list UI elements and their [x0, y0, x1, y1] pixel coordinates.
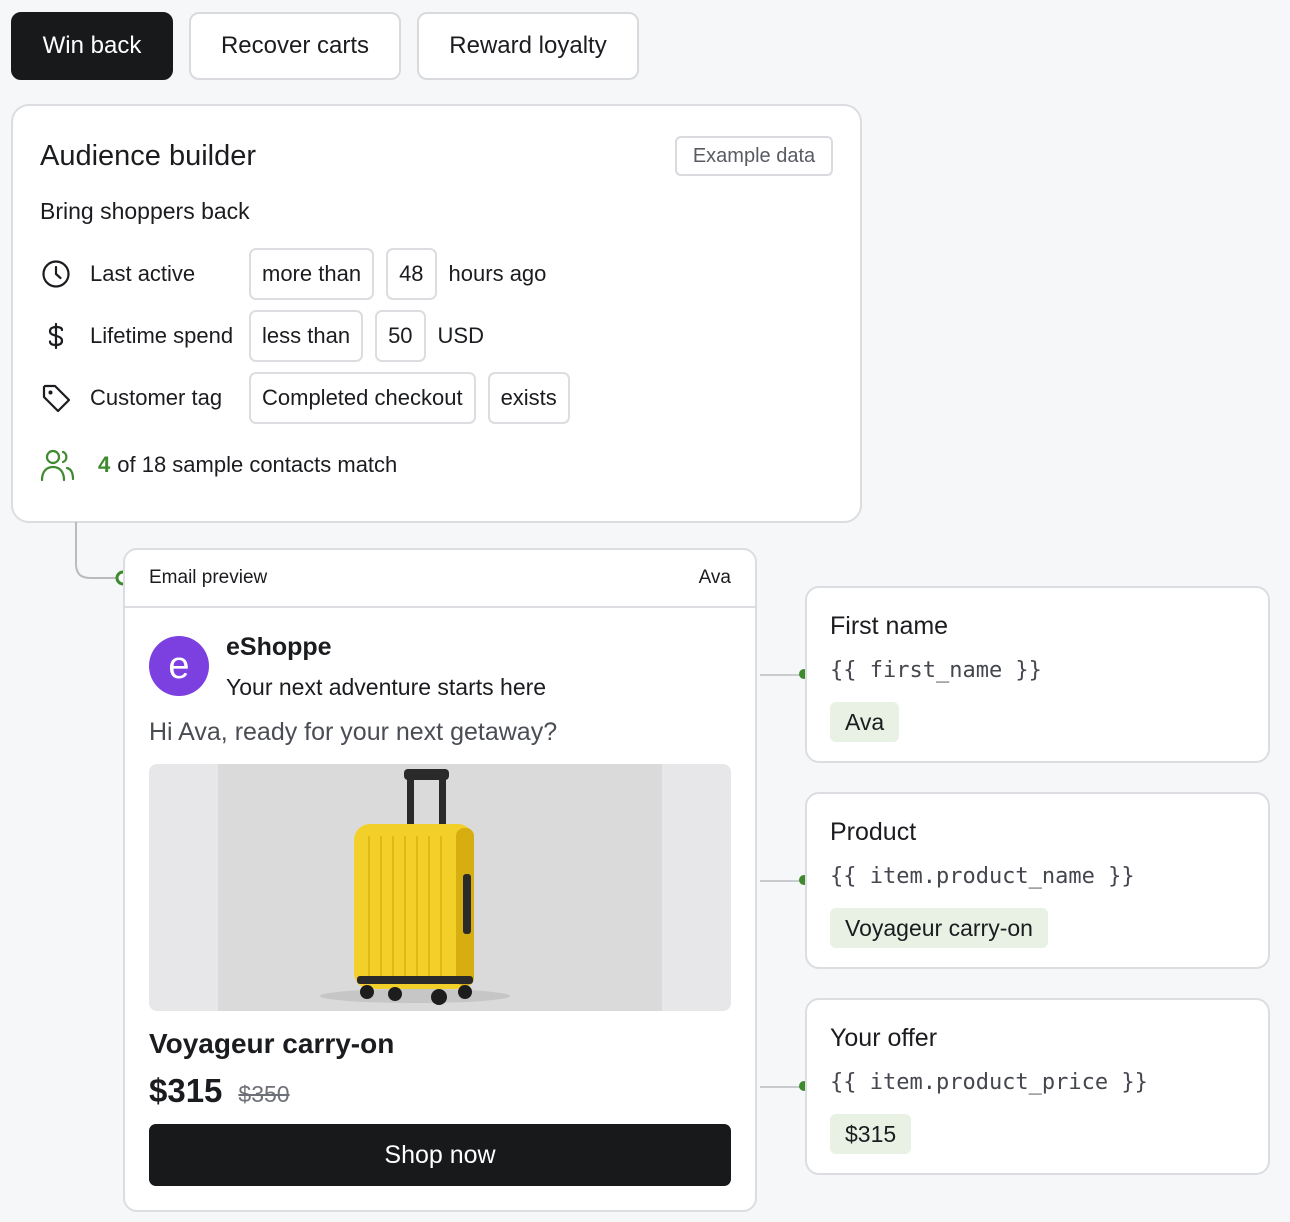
audience-subtitle: Bring shoppers back — [40, 198, 250, 224]
match-count: 4 — [98, 452, 111, 477]
condition-select[interactable]: exists — [487, 372, 570, 424]
brand-row: e eShoppe Your next adventure starts her… — [149, 633, 547, 701]
unit-label: USD — [437, 323, 484, 348]
rule-lifetime-spend: Lifetime spend — [40, 310, 233, 362]
tab-recover-carts[interactable]: Recover carts — [189, 12, 401, 80]
rule-label: Lifetime spend — [90, 323, 234, 348]
email-preview-header: Email preview Ava — [125, 550, 755, 608]
operator-select[interactable]: less than — [249, 310, 364, 362]
shop-now-button[interactable]: Shop now — [149, 1124, 731, 1186]
variable-card-first-name[interactable]: First name {{ first_name }} Ava — [805, 586, 1270, 763]
tab-reward-loyalty[interactable]: Reward loyalty — [417, 12, 639, 80]
email-greeting: Hi Ava, ready for your next getaway? — [149, 718, 558, 746]
rule-label: Customer tag — [90, 385, 223, 410]
variable-value: Ava — [830, 702, 900, 742]
original-price: $350 — [238, 1081, 290, 1107]
value-input[interactable]: 50 — [375, 310, 426, 362]
variable-title: First name — [830, 612, 949, 640]
unit-label: hours ago — [448, 261, 547, 286]
email-subject: Your next adventure starts here — [226, 674, 547, 700]
variable-value: Voyageur carry-on — [830, 908, 1048, 948]
price-row: $315 $350 — [149, 1072, 290, 1110]
avatar: e — [149, 636, 209, 696]
suitcase-icon — [320, 769, 510, 1005]
brand-name: eShoppe — [226, 633, 332, 661]
tab-win-back[interactable]: Win back — [11, 12, 173, 80]
variable-code: {{ item.product_price }} — [830, 1070, 1148, 1095]
users-icon — [40, 448, 76, 482]
match-text: of 18 sample contacts match — [117, 452, 398, 477]
variable-code: {{ item.product_name }} — [830, 864, 1135, 889]
clock-icon — [40, 258, 72, 290]
variable-card-your-offer[interactable]: Your offer {{ item.product_price }} $315 — [805, 998, 1270, 1175]
campaign-tabs: Win back Recover carts Reward loyalty — [11, 12, 639, 80]
variable-title: Your offer — [830, 1024, 938, 1052]
audience-title: Audience builder — [40, 140, 257, 172]
rule-label: Last active — [90, 261, 196, 286]
recipient-name: Ava — [698, 567, 731, 588]
dollar-icon — [40, 320, 72, 352]
sale-price: $315 — [149, 1072, 223, 1109]
email-preview-card: Email preview Ava e eShoppe Your next ad… — [123, 548, 757, 1212]
tag-icon — [40, 382, 72, 414]
rule-last-active: Last active — [40, 248, 195, 300]
operator-select[interactable]: more than — [249, 248, 375, 300]
rule-chips: Completed checkout exists — [249, 372, 570, 424]
rule-chips: more than 48 hours ago — [249, 248, 546, 300]
variable-card-product[interactable]: Product {{ item.product_name }} Voyageur… — [805, 792, 1270, 969]
variable-code: {{ first_name }} — [830, 658, 1042, 683]
match-summary: 4 of 18 sample contacts match — [40, 446, 397, 484]
value-input[interactable]: 48 — [386, 248, 437, 300]
email-preview-label: Email preview — [149, 567, 268, 588]
rule-customer-tag: Customer tag — [40, 372, 222, 424]
audience-builder-card: Audience builder Example data Bring shop… — [11, 104, 862, 523]
variable-title: Product — [830, 818, 917, 846]
tag-select[interactable]: Completed checkout — [249, 372, 476, 424]
product-image — [149, 764, 731, 1011]
example-data-badge: Example data — [675, 136, 833, 176]
product-name: Voyageur carry-on — [149, 1028, 395, 1059]
rule-chips: less than 50 USD — [249, 310, 484, 362]
variable-value: $315 — [830, 1114, 912, 1154]
